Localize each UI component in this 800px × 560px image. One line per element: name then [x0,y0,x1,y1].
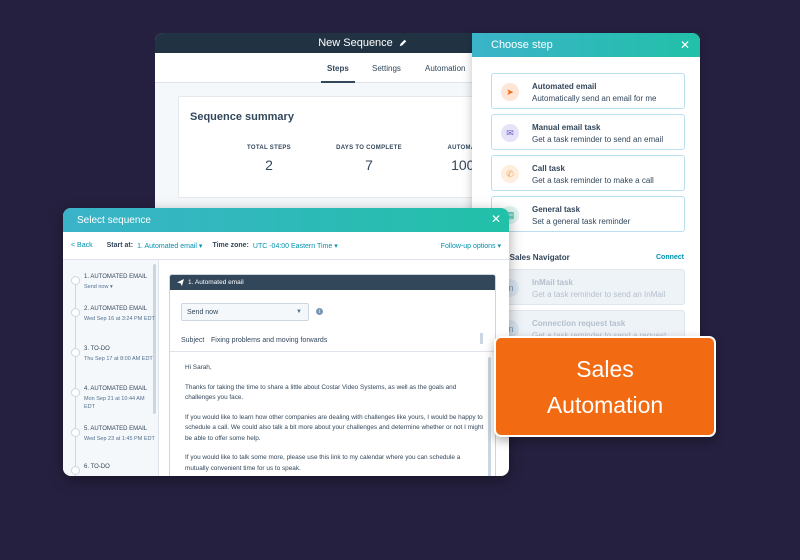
tab-steps[interactable]: Steps [321,64,355,83]
timeline-item-title: 5. AUTOMATED EMAIL [84,426,148,432]
subject-row: Subject Fixing problems and moving forwa… [170,330,495,352]
tab-automation[interactable]: Automation [425,64,465,73]
subject-scrollbar[interactable] [480,333,483,344]
stat-label: TOTAL STEPS [247,145,291,151]
connect-link[interactable]: Connect [656,254,684,261]
phone-icon: ✆ [501,165,519,183]
timezone-dropdown[interactable]: UTC -04:00 Eastern Time ▾ [253,242,338,250]
step-option-name: InMail task [532,278,573,287]
timeline-dot [71,348,80,357]
envelope-icon: ✉ [501,124,519,142]
email-editor-card: 1. Automated email Send now ▼ i Subject … [169,274,496,476]
stat-days-to-complete: DAYS TO COMPLETE 7 [319,145,419,173]
timeline-item-sub: Wed Sep 23 at 1:45 PM EDT [84,436,155,442]
pencil-icon[interactable] [399,39,407,47]
step-option-automated-email[interactable]: ➤ Automated email Automatically send an … [491,73,685,109]
timeline-dot [71,466,80,475]
start-at-label: Start at: [106,242,134,249]
timeline-line [75,276,76,476]
step-option-name: Manual email task [532,123,601,132]
email-editor-header: 1. Automated email [170,275,495,290]
step-option-desc: Get a task reminder to send an email [532,135,664,144]
timeline-item-title: 3. TO-DO [84,346,110,352]
send-icon [177,279,184,286]
timeline-dot [71,308,80,317]
timeline-item-sub: Wed Sep 16 at 3:24 PM EDT [84,316,155,322]
send-timing-value: Send now [187,309,219,316]
step-option-name: Call task [532,164,565,173]
send-icon: ➤ [501,83,519,101]
tab-settings[interactable]: Settings [372,64,401,73]
start-at-dropdown[interactable]: 1. Automated email ▾ [137,242,202,250]
email-paragraph: Thanks for taking the time to share a li… [185,383,457,402]
step-option-name: Connection request task [532,319,626,328]
step-option-desc: Automatically send an email for me [532,94,657,103]
select-sequence-window: Select sequence ✕ < Back Start at: 1. Au… [63,208,509,476]
select-sequence-title: Select sequence [77,214,151,226]
sequence-summary-card: Sequence summary TOTAL STEPS 2 DAYS TO C… [178,96,490,198]
close-icon[interactable]: ✕ [491,212,501,226]
step-option-call-task[interactable]: ✆ Call task Get a task reminder to make … [491,155,685,191]
timeline-dot [71,388,80,397]
timeline-item-title: 6. TO-DO [84,464,110,470]
stat-total-steps: TOTAL STEPS 2 [219,145,319,173]
email-paragraph: If you would like to talk some more, ple… [185,454,461,472]
sales-automation-badge: Sales Automation [494,336,716,437]
info-icon[interactable]: i [316,308,323,315]
stat-value: 2 [265,157,273,173]
stat-label: DAYS TO COMPLETE [336,145,402,151]
caret-down-icon: ▼ [296,309,302,315]
sequence-timeline: 1. AUTOMATED EMAIL Send now ▾ 2. AUTOMAT… [63,260,159,476]
timeline-item-sub: Thu Sep 17 at 8:00 AM EDT [84,356,153,362]
email-body[interactable]: Hi Sarah, Thanks for taking the time to … [185,363,485,476]
step-option-general-task[interactable]: ▤ General task Set a general task remind… [491,196,685,232]
timeline-item-sub: Mon Sep 21 at 10:44 AM EDT [84,396,145,410]
timeline-item-title: 2. AUTOMATED EMAIL [84,306,148,312]
step-option-name: Automated email [532,82,597,91]
close-icon[interactable]: ✕ [680,38,690,52]
badge-line-1: Sales [576,355,634,382]
step-option-inmail-task: in InMail task Get a task reminder to se… [491,269,685,305]
back-link[interactable]: < Back [71,242,93,249]
step-option-name: General task [532,205,581,214]
step-option-desc: Get a task reminder to send an InMail [532,290,666,299]
subject-input[interactable]: Fixing problems and moving forwards [211,337,327,344]
email-body-scrollbar[interactable] [488,357,491,476]
followup-options-dropdown[interactable]: Follow-up options ▾ [441,242,501,250]
summary-title: Sequence summary [190,111,294,123]
timeline-dot [71,428,80,437]
step-option-desc: Set a general task reminder [532,217,631,226]
timeline-item-sub: Send now ▾ [84,284,113,290]
subject-label: Subject [181,337,205,344]
sequence-title: New Sequence [318,37,393,49]
timeline-dot [71,276,80,285]
timeline-item-title: 4. AUTOMATED EMAIL [84,386,148,392]
step-option-manual-email-task[interactable]: ✉ Manual email task Get a task reminder … [491,114,685,150]
select-sequence-header: Select sequence ✕ [63,208,509,232]
badge-line-2: Automation [546,391,664,418]
select-sequence-toolbar: < Back Start at: 1. Automated email ▾ Ti… [63,232,509,260]
stat-value: 7 [365,157,373,173]
email-editor-title: 1. Automated email [188,279,244,286]
email-paragraph: Hi Sarah, [185,364,212,371]
send-timing-select[interactable]: Send now ▼ [181,303,309,321]
email-paragraph: If you would like to learn how other com… [185,413,484,442]
choose-step-title: Choose step [491,39,553,51]
timeline-item-title: 1. AUTOMATED EMAIL [84,274,148,280]
choose-step-header: Choose step ✕ [472,33,700,57]
timezone-label: Time zone: [212,242,249,249]
step-option-desc: Get a task reminder to make a call [532,176,654,185]
